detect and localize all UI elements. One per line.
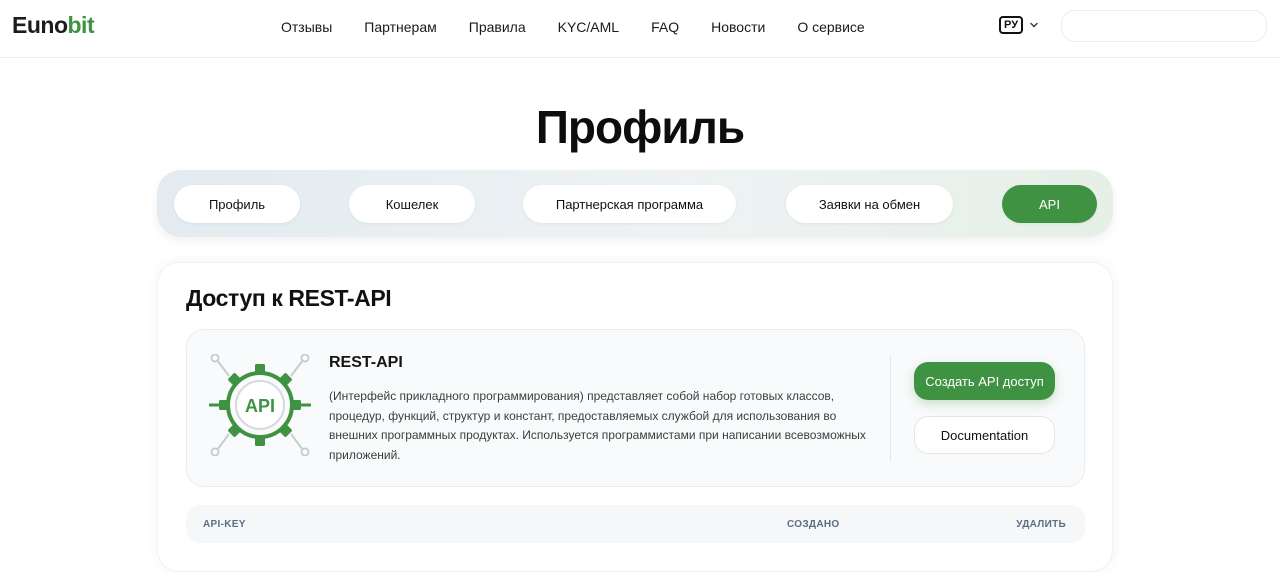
site-header: Eunobit Отзывы Партнерам Правила KYC/AML…: [0, 0, 1280, 58]
nav-link-news[interactable]: Новости: [711, 19, 765, 35]
logo-text-part2: bit: [67, 12, 95, 38]
profile-tabs: Профиль Кошелек Партнерская программа За…: [157, 170, 1113, 237]
tab-api[interactable]: API: [1002, 185, 1097, 223]
header-account-area[interactable]: [1061, 10, 1267, 42]
nav-link-kyc-aml[interactable]: KYC/AML: [558, 19, 619, 35]
api-keys-table-header: API-KEY СОЗДАНО УДАЛИТЬ: [186, 505, 1085, 543]
page-title: Профиль: [535, 101, 745, 153]
logo[interactable]: Eunobit: [12, 12, 95, 39]
create-api-access-button[interactable]: Создать API доступ: [914, 362, 1055, 400]
api-name: REST-API: [329, 354, 403, 371]
tab-exchange-requests[interactable]: Заявки на обмен: [786, 185, 953, 223]
logo-text-part1: Euno: [12, 12, 68, 38]
nav-link-faq[interactable]: FAQ: [651, 19, 679, 35]
column-header-api-key: API-KEY: [203, 519, 246, 530]
nav-link-partners[interactable]: Партнерам: [364, 19, 436, 35]
language-selector[interactable]: РУ: [999, 16, 1039, 34]
column-header-created: СОЗДАНО: [787, 519, 840, 530]
vertical-divider: [890, 356, 891, 462]
api-description: (Интерфейс прикладного программирования)…: [329, 389, 866, 462]
api-gear-icon: API: [209, 354, 311, 456]
nav-link-reviews[interactable]: Отзывы: [281, 19, 332, 35]
rest-api-info-box: API REST-API (Интерфейс прикладного прог…: [186, 329, 1085, 487]
language-badge: РУ: [999, 16, 1024, 34]
tab-partner-program[interactable]: Партнерская программа: [523, 185, 736, 223]
tab-wallet[interactable]: Кошелек: [349, 185, 475, 223]
nav-link-rules[interactable]: Правила: [469, 19, 526, 35]
main-nav: Отзывы Партнерам Правила KYC/AML FAQ Нов…: [281, 19, 865, 35]
column-header-delete: УДАЛИТЬ: [1016, 519, 1066, 530]
chevron-down-icon: [1030, 22, 1038, 28]
documentation-button[interactable]: Documentation: [914, 416, 1055, 454]
tab-profile[interactable]: Профиль: [174, 185, 300, 223]
rest-api-card: Доступ к REST-API API REST-API (Интерфей…: [157, 262, 1113, 572]
nav-link-about[interactable]: О сервисе: [797, 19, 864, 35]
section-title: Доступ к REST-API: [186, 285, 392, 311]
api-icon-label: API: [245, 396, 275, 416]
